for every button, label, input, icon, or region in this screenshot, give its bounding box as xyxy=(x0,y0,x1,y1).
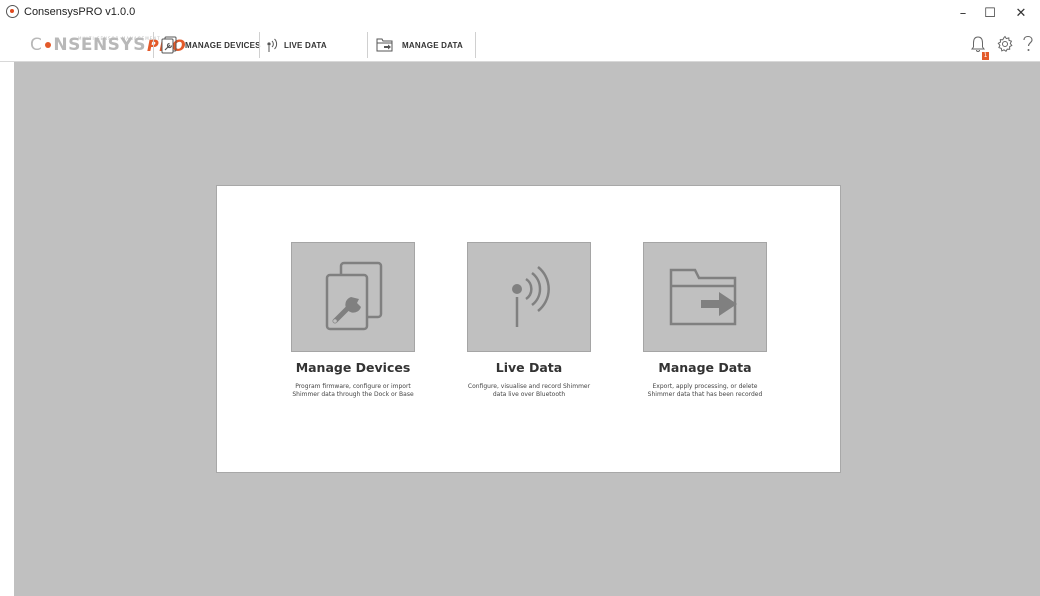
live-data-icon xyxy=(267,38,278,52)
main-toolbar: C NSENSYS PRO MULTI SENSOR MANAGEMENT MA… xyxy=(0,26,1040,62)
live-data-tile-button[interactable] xyxy=(467,242,591,352)
toolbar-live-data-label: LIVE DATA xyxy=(284,40,327,50)
manage-data-title: Manage Data xyxy=(658,360,752,375)
toolbar-live-data-button[interactable]: LIVE DATA xyxy=(266,32,327,58)
toolbar-manage-data-button[interactable]: MANAGE DATA xyxy=(376,32,463,58)
help-button[interactable] xyxy=(1018,34,1038,54)
toolbar-manage-data-label: MANAGE DATA xyxy=(402,40,464,50)
tile-live-data: Live Data Configure, visualise and recor… xyxy=(467,242,591,399)
toolbar-divider xyxy=(153,32,154,58)
notifications-button[interactable] xyxy=(968,34,988,54)
manage-devices-icon xyxy=(161,36,177,54)
manage-devices-description: Program firmware, configure or import Sh… xyxy=(292,383,414,398)
manage-devices-icon xyxy=(325,261,383,331)
live-data-description: Configure, visualise and record Shimmer … xyxy=(467,383,591,398)
notification-badge: 1 xyxy=(982,52,989,60)
close-button[interactable]: ✕ xyxy=(1006,2,1036,24)
manage-data-description: Export, apply processing, or delete Shim… xyxy=(647,383,763,398)
title-bar: ConsensysPRO v1.0.0 – ☐ ✕ xyxy=(0,0,1040,26)
toolbar-divider xyxy=(367,32,368,58)
window-title: ConsensysPRO v1.0.0 xyxy=(24,6,136,18)
bell-icon xyxy=(971,36,985,52)
live-data-icon xyxy=(512,266,550,327)
logo-tagline: MULTI SENSOR MANAGEMENT xyxy=(78,36,161,41)
gear-icon xyxy=(997,35,1013,53)
toolbar-manage-devices-button[interactable]: MANAGE DEVICES xyxy=(161,32,261,58)
logo-prefix: C xyxy=(30,35,43,55)
home-card: Manage Devices Program firmware, configu… xyxy=(216,185,841,473)
minimize-button[interactable]: – xyxy=(948,2,978,24)
manage-devices-tile-button[interactable] xyxy=(291,242,415,352)
manage-devices-title: Manage Devices xyxy=(295,360,411,375)
logo-dot-icon xyxy=(45,42,52,48)
toolbar-divider xyxy=(475,32,476,58)
live-data-title: Live Data xyxy=(495,360,563,375)
settings-button[interactable] xyxy=(995,34,1015,54)
tile-manage-data: Manage Data Export, apply processing, or… xyxy=(643,242,767,399)
app-icon xyxy=(6,5,19,18)
manage-data-icon xyxy=(669,268,737,326)
toolbar-divider xyxy=(259,32,260,58)
help-icon xyxy=(1023,35,1033,51)
manage-data-tile-button[interactable] xyxy=(643,242,767,352)
toolbar-manage-devices-label: MANAGE DEVICES xyxy=(185,40,261,50)
manage-data-icon xyxy=(376,38,393,52)
maximize-button[interactable]: ☐ xyxy=(975,2,1005,24)
tile-manage-devices: Manage Devices Program firmware, configu… xyxy=(291,242,415,399)
